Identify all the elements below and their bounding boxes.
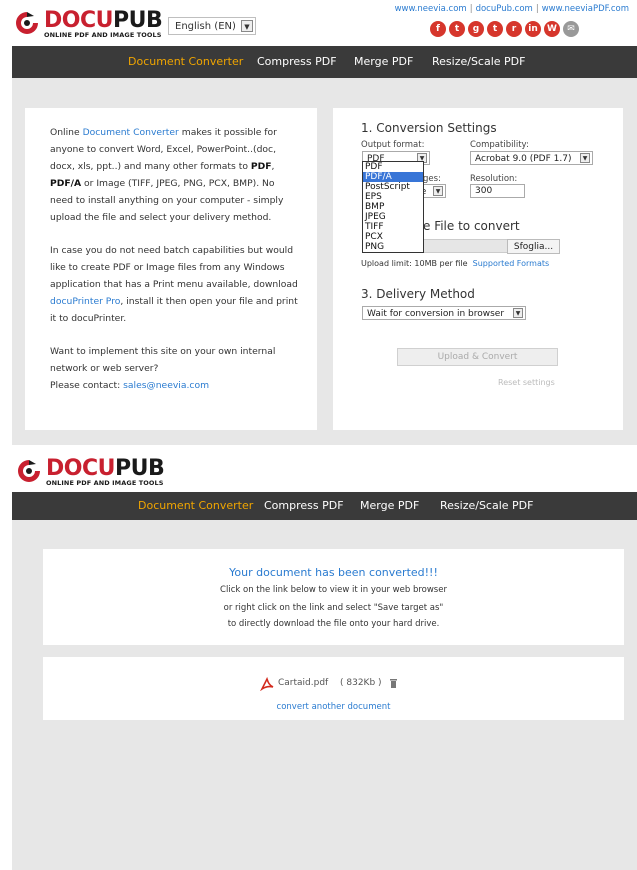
nav-compress-pdf[interactable]: Compress PDF <box>257 46 337 78</box>
nav-compress-pdf[interactable]: Compress PDF <box>264 492 344 520</box>
language-select[interactable]: English (EN) ▼ <box>168 17 256 35</box>
nav-merge-pdf[interactable]: Merge PDF <box>354 46 413 78</box>
file-to-convert-title: e File to convert <box>423 219 520 233</box>
result-instruction-2: or right click on the link and select "S… <box>223 603 444 613</box>
file-size: ( 832Kb ) <box>340 678 382 688</box>
format-option[interactable]: PCX <box>363 232 423 242</box>
email-icon[interactable]: ✉ <box>563 21 579 37</box>
language-select-value: English (EN) <box>175 21 236 32</box>
main-nav: Document Converter Compress PDF Merge PD… <box>12 46 637 78</box>
upload-convert-button[interactable]: Upload & Convert <box>397 348 558 366</box>
document-converter-link[interactable]: Document Converter <box>83 127 179 138</box>
supported-formats-link[interactable]: Supported Formats <box>473 259 550 268</box>
nav-merge-pdf[interactable]: Merge PDF <box>360 492 419 520</box>
output-format-dropdown-list: PDF PDF/A PostScript EPS BMP JPEG TIFF PCX PNG <box>362 161 424 253</box>
file-path-field[interactable] <box>423 239 510 253</box>
googleplus-icon[interactable]: g <box>468 21 484 37</box>
chevron-down-icon: ▼ <box>241 20 253 32</box>
delivery-method-title: 3. Delivery Method <box>361 287 475 301</box>
pdf-icon <box>260 677 274 691</box>
chevron-down-icon: ▼ <box>433 186 443 196</box>
browse-button[interactable]: Sfoglia... <box>507 239 560 254</box>
converted-file-link[interactable]: Cartaid.pdf <box>278 678 328 688</box>
reddit-icon[interactable]: r <box>506 21 522 37</box>
format-option[interactable]: EPS <box>363 192 423 202</box>
wordpress-icon[interactable]: W <box>544 21 560 37</box>
format-option[interactable]: PDF/A <box>363 172 423 182</box>
convert-another-link[interactable]: convert another document <box>43 702 624 712</box>
intro-paragraph-2: In case you do not need batch capabiliti… <box>50 245 298 324</box>
format-option[interactable]: TIFF <box>363 222 423 232</box>
intro-paragraph-3: Want to implement this site on your own … <box>50 346 276 391</box>
tumblr-icon[interactable]: t <box>487 21 503 37</box>
header: DOCUPUB ONLINE PDF AND IMAGE TOOLS Engli… <box>0 0 637 46</box>
chevron-down-icon: ▼ <box>580 153 590 163</box>
contact-email-link[interactable]: sales@neevia.com <box>123 380 209 391</box>
resolution-label: Resolution: <box>470 174 518 184</box>
logo-wordmark: DOCUPUB <box>44 8 163 33</box>
nav-document-converter[interactable]: Document Converter <box>128 46 243 78</box>
result-instruction-1: Click on the link below to view it in yo… <box>220 585 447 595</box>
result-instruction-3: to directly download the file onto your … <box>227 619 440 629</box>
resolution-input[interactable]: 300 <box>470 184 525 198</box>
trash-icon[interactable] <box>390 679 397 688</box>
nav-resize-pdf[interactable]: Resize/Scale PDF <box>440 492 533 520</box>
logo-tagline: ONLINE PDF AND IMAGE TOOLS <box>46 479 164 487</box>
upload-limit: Upload limit: 10MB per file Supported Fo… <box>361 259 549 268</box>
logo-wordmark: DOCUPUB <box>46 456 165 481</box>
conversion-settings-title: 1. Conversion Settings <box>361 121 497 135</box>
logo-tagline: ONLINE PDF AND IMAGE TOOLS <box>44 31 162 39</box>
twitter-icon[interactable]: t <box>449 21 465 37</box>
compatibility-label: Compatibility: <box>470 140 529 150</box>
format-option[interactable]: PDF <box>363 162 423 172</box>
docuprinter-link[interactable]: docuPrinter Pro <box>50 296 120 307</box>
delivery-method-value: Wait for conversion in browser <box>367 309 505 319</box>
compatibility-select[interactable]: Acrobat 9.0 (PDF 1.7) ▼ <box>470 151 593 165</box>
format-option[interactable]: PostScript <box>363 182 423 192</box>
intro-paragraph-1: Online Document Converter makes it possi… <box>50 127 284 223</box>
linkedin-icon[interactable]: in <box>525 21 541 37</box>
facebook-icon[interactable]: f <box>430 21 446 37</box>
main-nav-2: Document Converter Compress PDF Merge PD… <box>12 492 637 520</box>
format-option[interactable]: JPEG <box>363 212 423 222</box>
chevron-down-icon: ▼ <box>513 308 523 318</box>
link-neeviapdf[interactable]: www.neeviaPDF.com <box>542 4 629 14</box>
top-links: www.neevia.com | docuPub.com | www.neeviaPDF… <box>394 4 629 14</box>
format-option[interactable]: BMP <box>363 202 423 212</box>
nav-document-converter[interactable]: Document Converter <box>138 492 253 520</box>
reset-settings-link[interactable]: Reset settings <box>498 378 555 387</box>
compatibility-value: Acrobat 9.0 (PDF 1.7) <box>475 154 572 164</box>
docupub-logo-icon <box>16 12 38 34</box>
delivery-method-select[interactable]: Wait for conversion in browser ▼ <box>362 306 526 320</box>
link-docupub[interactable]: docuPub.com <box>476 4 533 14</box>
upload-limit-text: Upload limit: 10MB per file <box>361 259 468 268</box>
result-message-card <box>43 549 624 645</box>
link-neevia[interactable]: www.neevia.com <box>395 4 467 14</box>
docupub-logo-icon <box>18 460 40 482</box>
nav-resize-pdf[interactable]: Resize/Scale PDF <box>432 46 525 78</box>
images-label: ges: <box>423 174 441 184</box>
output-format-label: Output format: <box>361 140 425 150</box>
converted-title: Your document has been converted!!! <box>229 566 438 579</box>
format-option[interactable]: PNG <box>363 242 423 252</box>
